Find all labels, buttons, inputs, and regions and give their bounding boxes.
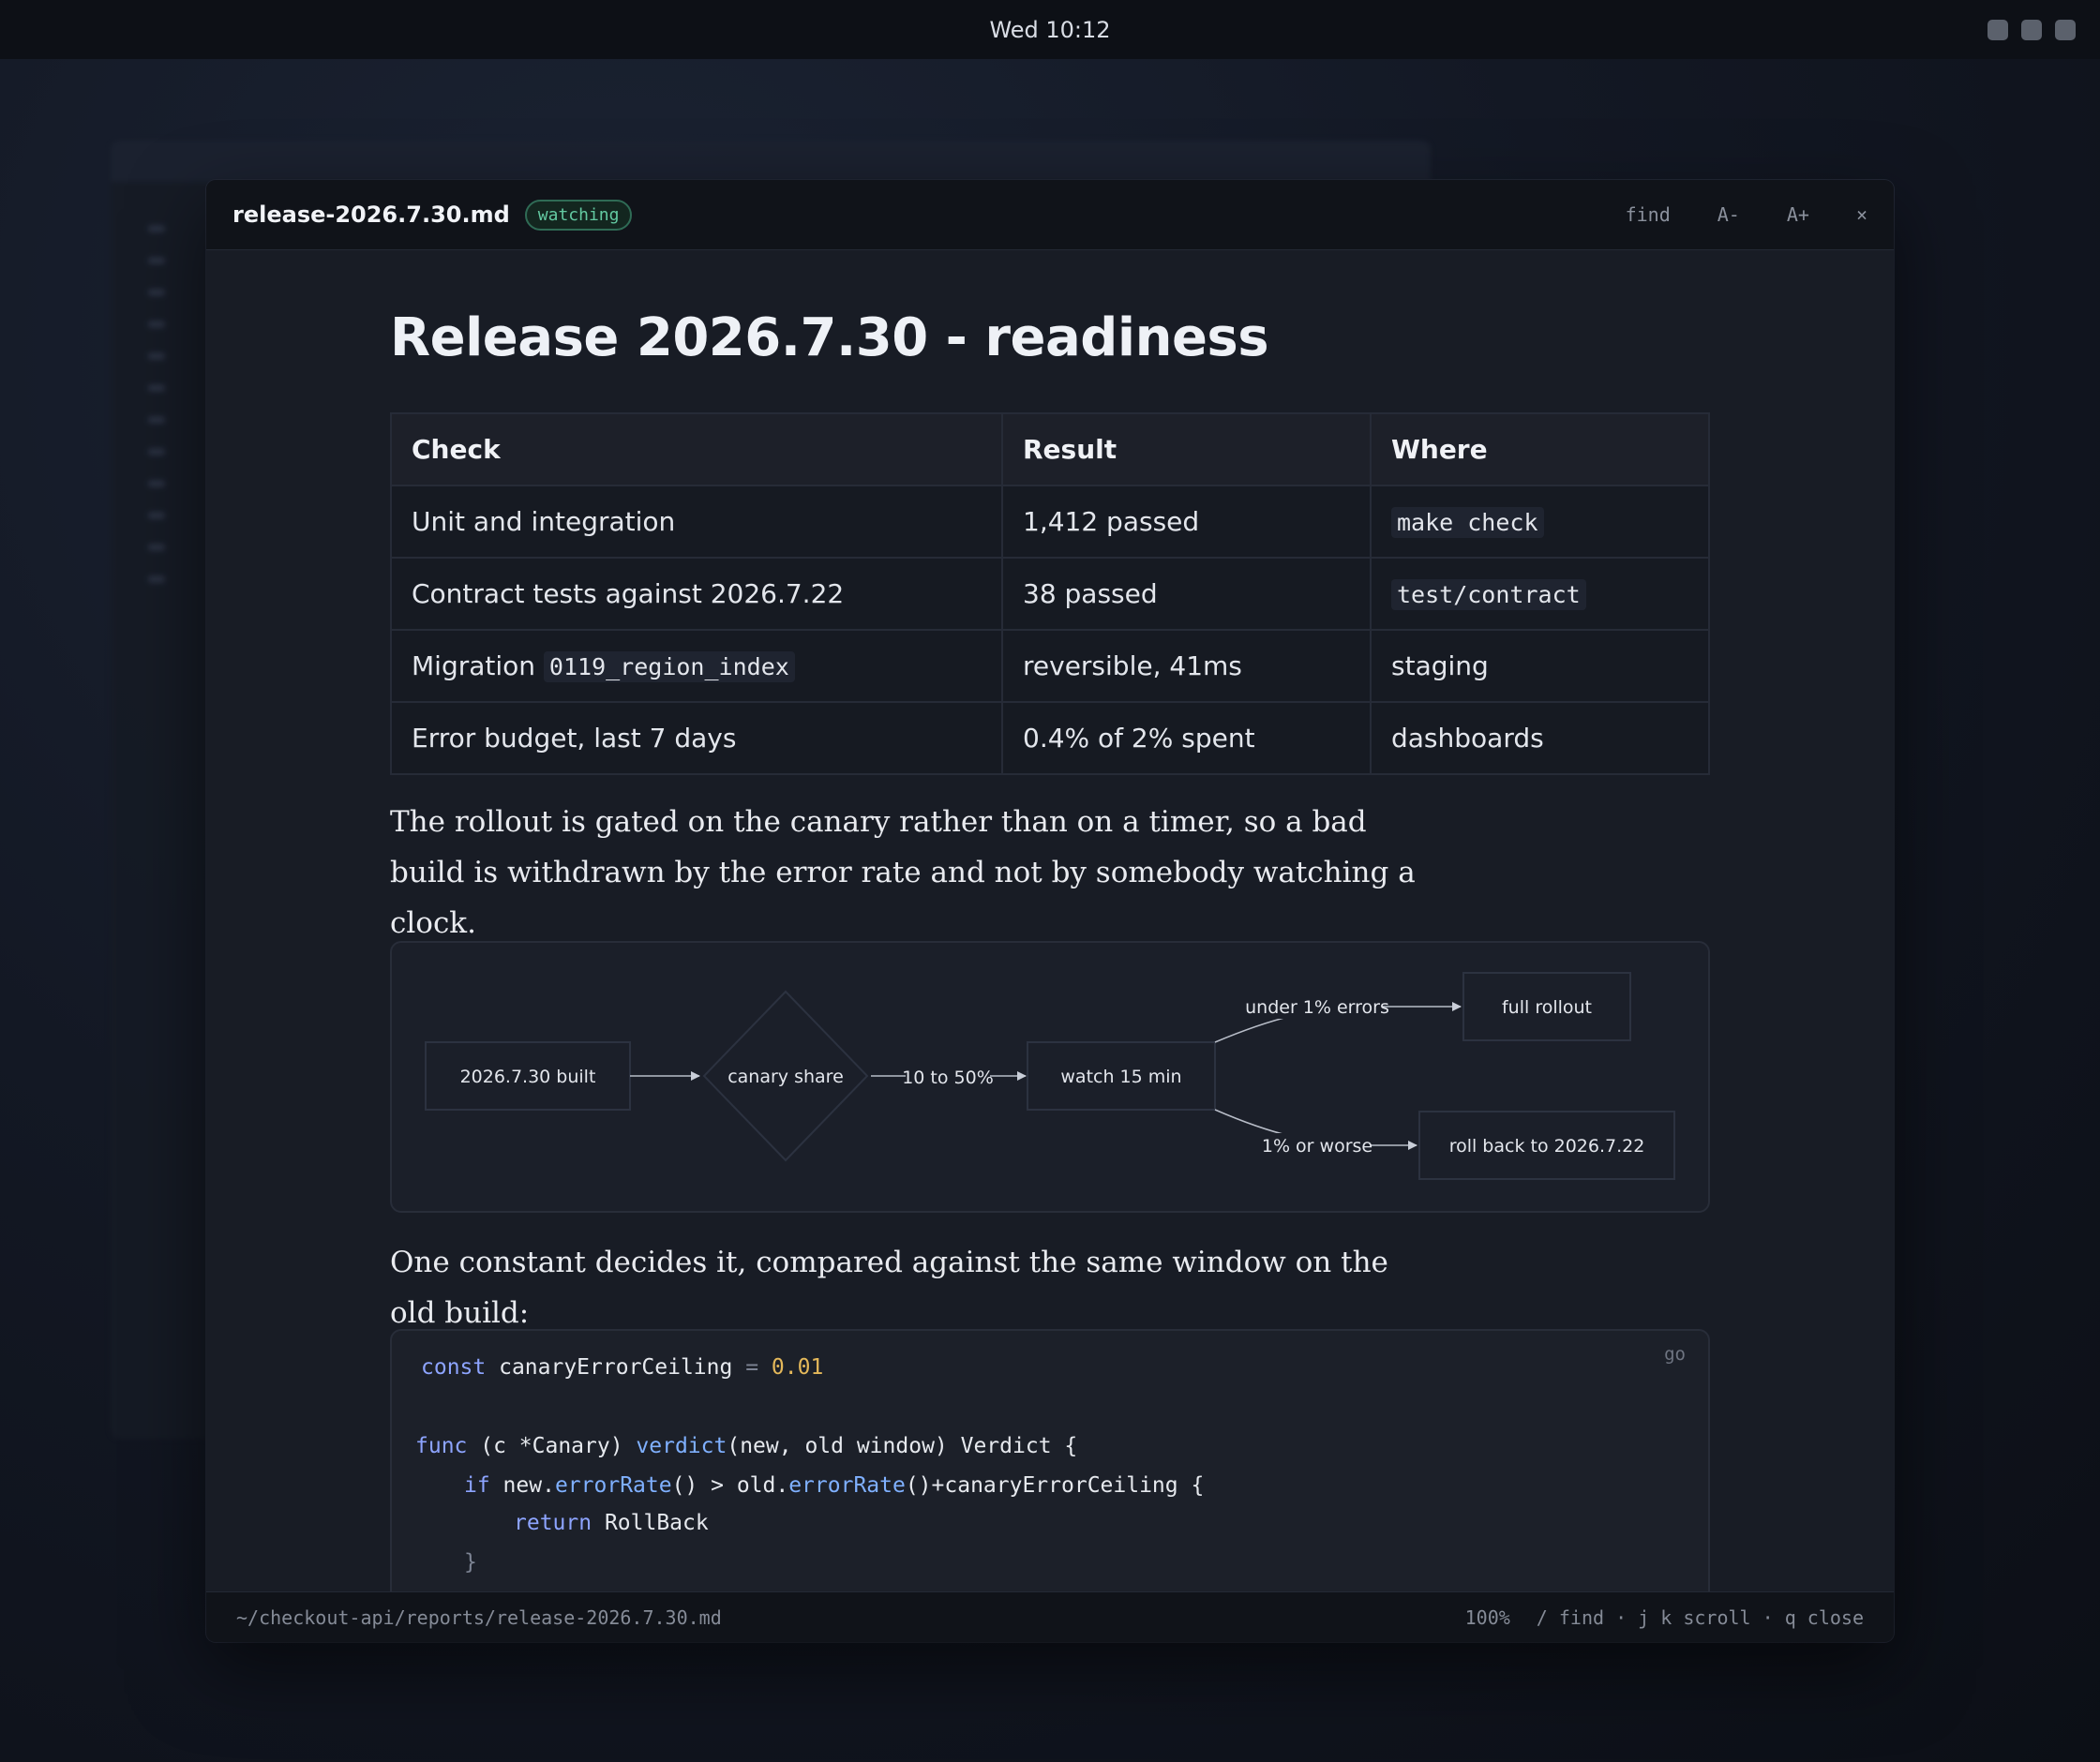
system-top-bar: Wed 10:12 xyxy=(0,0,2100,59)
cell-where: make check xyxy=(1370,485,1710,559)
column-header-result: Result xyxy=(1001,412,1372,486)
cell-check: Migration 0119_region_index xyxy=(390,629,1003,703)
paragraph-constant: One constant decides it, compared agains… xyxy=(390,1246,1388,1330)
cell-where: dashboards xyxy=(1370,701,1710,775)
code-block[interactable]: go const canaryErrorCeiling = 0.01 func … xyxy=(390,1329,1710,1591)
document-title: Release 2026.7.30 - readiness xyxy=(390,307,1269,368)
code-line: return RollBack xyxy=(514,1511,709,1535)
node-full-label: full rollout xyxy=(1502,997,1592,1018)
node-rollback-label: roll back to 2026.7.22 xyxy=(1449,1136,1645,1157)
node-canary-label: canary share xyxy=(728,1067,844,1087)
edge-ok-label: under 1% errors xyxy=(1245,997,1389,1018)
inline-code: 0119_region_index xyxy=(543,651,795,682)
paragraph-rollout: The rollout is gated on the canary rathe… xyxy=(390,805,1416,940)
viewer-toolbar: find A- A+ × xyxy=(1626,203,1868,226)
system-clock: Wed 10:12 xyxy=(989,16,1111,43)
edge-share-label: 10 to 50% xyxy=(902,1068,994,1088)
file-name: release-2026.7.30.md xyxy=(232,202,510,228)
system-tray xyxy=(1988,20,2076,40)
viewer-title-bar: release-2026.7.30.md watching find A- A+… xyxy=(206,180,1894,250)
file-path: ~/checkout-api/reports/release-2026.7.30… xyxy=(236,1605,722,1629)
cell-where: staging xyxy=(1370,629,1710,703)
document-content[interactable]: Release 2026.7.30 - readiness Check Resu… xyxy=(206,251,1894,1591)
table-row: Error budget, last 7 days 0.4% of 2% spe… xyxy=(390,701,1710,775)
font-decrease-button[interactable]: A- xyxy=(1718,203,1740,226)
tray-indicator-icon[interactable] xyxy=(2021,20,2042,40)
find-button[interactable]: find xyxy=(1626,203,1671,226)
cell-check: Contract tests against 2026.7.22 xyxy=(390,557,1003,631)
tray-indicator-icon[interactable] xyxy=(2055,20,2076,40)
table-row: Migration 0119_region_index reversible, … xyxy=(390,629,1710,703)
keyboard-hints: / find · j k scroll · q close xyxy=(1536,1605,1864,1629)
column-header-check: Check xyxy=(390,412,1003,486)
cell-where: test/contract xyxy=(1370,557,1710,631)
code-language-label: go xyxy=(1664,1344,1686,1365)
cell-check: Error budget, last 7 days xyxy=(390,701,1003,775)
cell-result: 38 passed xyxy=(1001,557,1372,631)
code-line: const canaryErrorCeiling = 0.01 xyxy=(421,1355,824,1380)
node-built-label: 2026.7.30 built xyxy=(460,1067,596,1087)
column-header-where: Where xyxy=(1370,412,1710,486)
close-button[interactable]: × xyxy=(1856,203,1868,226)
table-row: Contract tests against 2026.7.22 38 pass… xyxy=(390,557,1710,631)
markdown-viewer-window: release-2026.7.30.md watching find A- A+… xyxy=(206,180,1894,1642)
flow-diagram-svg: 2026.7.30 built canary share watch 15 mi… xyxy=(425,972,1675,1180)
status-bar: ~/checkout-api/reports/release-2026.7.30… xyxy=(206,1591,1894,1642)
font-increase-button[interactable]: A+ xyxy=(1787,203,1809,226)
table-row: Unit and integration 1,412 passed make c… xyxy=(390,485,1710,559)
node-watch-label: watch 15 min xyxy=(1060,1067,1181,1087)
cell-check: Unit and integration xyxy=(390,485,1003,559)
cell-result: 1,412 passed xyxy=(1001,485,1372,559)
cell-result: 0.4% of 2% spent xyxy=(1001,701,1372,775)
tray-indicator-icon[interactable] xyxy=(1988,20,2008,40)
code-line: } xyxy=(464,1550,477,1575)
cell-result: reversible, 41ms xyxy=(1001,629,1372,703)
zoom-level: 100% xyxy=(1464,1605,1510,1629)
table-header-row: Check Result Where xyxy=(390,412,1710,486)
watching-badge: watching xyxy=(524,199,633,231)
rollout-flow-diagram: 2026.7.30 built canary share watch 15 mi… xyxy=(390,941,1710,1213)
code-line: func (c *Canary) verdict(new, old window… xyxy=(415,1434,1078,1458)
code-line: if new.errorRate() > old.errorRate()+can… xyxy=(464,1473,1205,1498)
readiness-table: Check Result Where Unit and integration … xyxy=(390,412,1710,775)
edge-bad-label: 1% or worse xyxy=(1262,1136,1372,1157)
